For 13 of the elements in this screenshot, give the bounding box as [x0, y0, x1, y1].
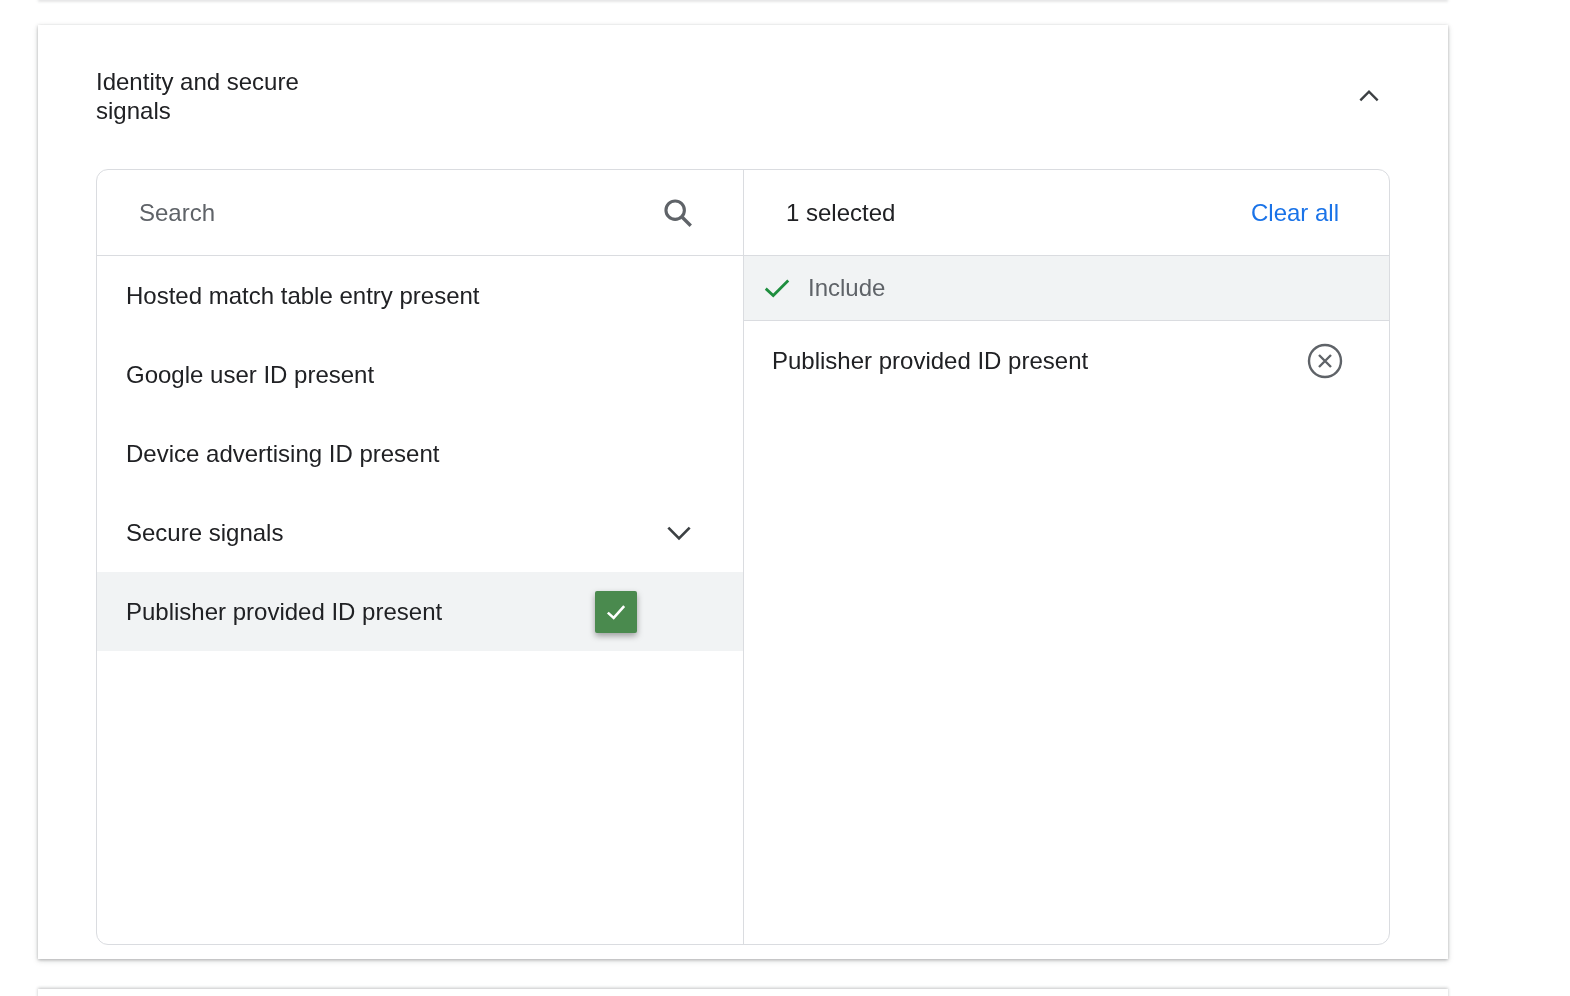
- selected-item: Publisher provided ID present: [772, 346, 1090, 375]
- checkbox[interactable]: [595, 590, 637, 633]
- option-item[interactable]: Hosted match table entry present: [97, 256, 743, 335]
- search-field[interactable]: Search: [139, 192, 661, 233]
- option-item[interactable]: Google user ID present: [97, 335, 743, 414]
- selected-count: 1 selected: [786, 198, 896, 227]
- include-label: Include: [808, 274, 886, 302]
- option-item[interactable]: Device advertising ID present: [97, 414, 743, 493]
- option-item[interactable]: Publisher provided ID present: [97, 572, 743, 651]
- remove-button[interactable]: [1307, 342, 1343, 379]
- clear-all-link[interactable]: Clear all: [1250, 198, 1339, 227]
- section-title: Identity and secure signals: [96, 67, 300, 125]
- option-item[interactable]: Secure signals: [97, 493, 743, 572]
